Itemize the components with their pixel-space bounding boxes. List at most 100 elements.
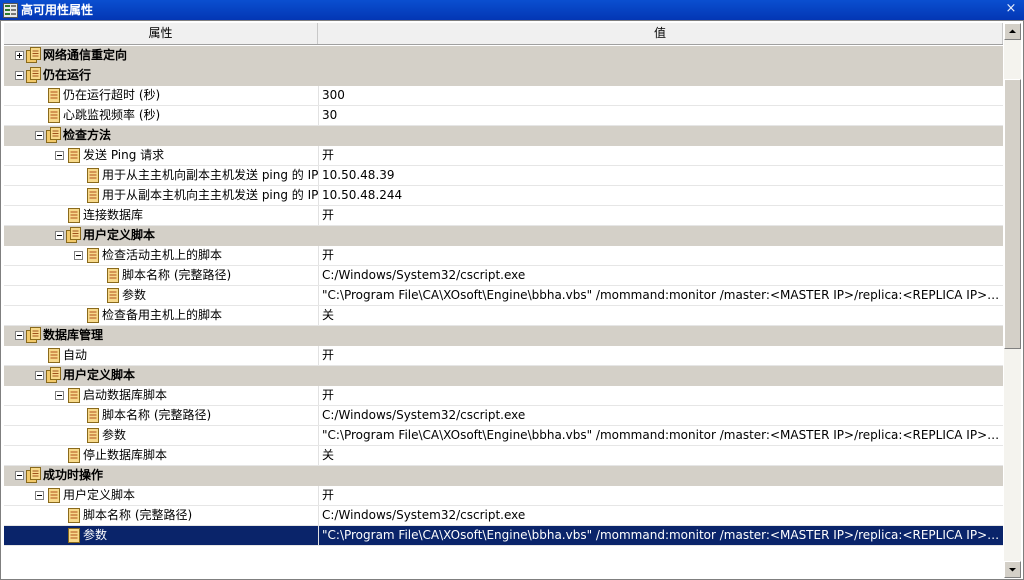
property-name-cell[interactable]: 脚本名称 (完整路径) <box>4 266 318 285</box>
property-value-cell[interactable]: C:/Windows/System32/cscript.exe <box>318 266 1003 285</box>
property-item-icon <box>87 308 99 323</box>
property-group-icon <box>26 47 41 63</box>
property-row[interactable]: 连接数据库 开 <box>4 206 1003 226</box>
property-label: 检查活动主机上的脚本 <box>102 248 223 262</box>
property-category-row[interactable]: 检查方法 <box>4 126 1003 146</box>
property-row[interactable]: 心跳监视频率 (秒) 30 <box>4 106 1003 126</box>
property-name-cell[interactable]: 用户定义脚本 <box>4 226 318 245</box>
property-label: 用于从副本主机向主主机发送 ping 的 IP <box>102 188 318 202</box>
property-label: 检查备用主机上的脚本 <box>102 308 223 322</box>
property-item-icon <box>68 148 80 163</box>
property-label: 发送 Ping 请求 <box>83 148 165 162</box>
property-name-cell[interactable]: 检查备用主机上的脚本 <box>4 306 318 325</box>
property-name-cell[interactable]: 检查方法 <box>4 126 318 145</box>
close-icon[interactable]: × <box>1004 1 1018 17</box>
property-category-row[interactable]: 仍在运行 <box>4 66 1003 86</box>
property-category-row[interactable]: 用户定义脚本 <box>4 226 1003 246</box>
property-name-cell[interactable]: 用户定义脚本 <box>4 486 318 505</box>
property-row[interactable]: 发送 Ping 请求 开 <box>4 146 1003 166</box>
collapse-icon[interactable] <box>15 71 24 80</box>
collapse-icon[interactable] <box>35 131 44 140</box>
property-name-cell[interactable]: 停止数据库脚本 <box>4 446 318 465</box>
property-category-row[interactable]: 网络通信重定向 <box>4 46 1003 66</box>
property-value-cell[interactable]: 开 <box>318 146 1003 165</box>
property-label: 用户定义脚本 <box>63 368 136 382</box>
property-value-cell[interactable]: 关 <box>318 446 1003 465</box>
property-value-cell[interactable]: 开 <box>318 346 1003 365</box>
property-name-cell[interactable]: 网络通信重定向 <box>4 46 318 65</box>
property-row[interactable]: 检查活动主机上的脚本 开 <box>4 246 1003 266</box>
scroll-down-button[interactable] <box>1004 561 1021 578</box>
collapse-icon[interactable] <box>35 371 44 380</box>
property-row[interactable]: 停止数据库脚本 关 <box>4 446 1003 466</box>
property-name-cell[interactable]: 自动 <box>4 346 318 365</box>
property-category-row[interactable]: 数据库管理 <box>4 326 1003 346</box>
scroll-up-button[interactable] <box>1004 23 1021 40</box>
property-row[interactable]: 用于从副本主机向主主机发送 ping 的 IP 10.50.48.244 <box>4 186 1003 206</box>
property-name-cell[interactable]: 用户定义脚本 <box>4 366 318 385</box>
property-name-cell[interactable]: 仍在运行超时 (秒) <box>4 86 318 105</box>
property-name-cell[interactable]: 参数 <box>4 286 318 305</box>
property-value-cell[interactable]: "C:\Program File\CA\XOsoft\Engine\bbha.v… <box>318 286 1003 305</box>
property-row[interactable]: 检查备用主机上的脚本 关 <box>4 306 1003 326</box>
property-name-cell[interactable]: 检查活动主机上的脚本 <box>4 246 318 265</box>
property-name-cell[interactable]: 脚本名称 (完整路径) <box>4 406 318 425</box>
header-property-column[interactable]: 属性 <box>4 23 318 44</box>
property-row[interactable]: 用户定义脚本 开 <box>4 486 1003 506</box>
property-value-cell[interactable]: 10.50.48.39 <box>318 166 1003 185</box>
property-value-cell[interactable]: C:/Windows/System32/cscript.exe <box>318 406 1003 425</box>
property-name-cell[interactable]: 连接数据库 <box>4 206 318 225</box>
property-name-cell[interactable]: 成功时操作 <box>4 466 318 485</box>
property-value-cell[interactable]: 关 <box>318 306 1003 325</box>
collapse-icon[interactable] <box>15 331 24 340</box>
property-name-cell[interactable]: 参数 <box>4 526 318 545</box>
property-group-icon <box>26 327 41 343</box>
header-value-column[interactable]: 值 <box>318 23 1003 44</box>
collapse-icon[interactable] <box>55 391 64 400</box>
property-label: 参数 <box>83 528 108 542</box>
property-name-cell[interactable]: 用于从主主机向副本主机发送 ping 的 IP <box>4 166 318 185</box>
scroll-thumb[interactable] <box>1004 79 1021 349</box>
property-name-cell[interactable]: 仍在运行 <box>4 66 318 85</box>
property-row[interactable]: 脚本名称 (完整路径) C:/Windows/System32/cscript.e… <box>4 266 1003 286</box>
property-name-cell[interactable]: 脚本名称 (完整路径) <box>4 506 318 525</box>
property-row[interactable]: 参数 "C:\Program File\CA\XOsoft\Engine\bbha… <box>4 426 1003 446</box>
property-category-row[interactable]: 成功时操作 <box>4 466 1003 486</box>
collapse-icon[interactable] <box>15 471 24 480</box>
property-label: 用于从主主机向副本主机发送 ping 的 IP <box>102 168 318 182</box>
property-value-cell[interactable]: 开 <box>318 486 1003 505</box>
property-row[interactable]: 脚本名称 (完整路径) C:/Windows/System32/cscript.e… <box>4 506 1003 526</box>
property-row[interactable]: 脚本名称 (完整路径) C:/Windows/System32/cscript.e… <box>4 406 1003 426</box>
property-value-cell[interactable]: "C:\Program File\CA\XOsoft\Engine\bbha.v… <box>318 426 1003 445</box>
property-row[interactable]: 参数 "C:\Program File\CA\XOsoft\Engine\bbha… <box>4 286 1003 306</box>
property-name-cell[interactable]: 发送 Ping 请求 <box>4 146 318 165</box>
property-row[interactable]: 参数 "C:\Program File\CA\XOsoft\Engine\bbha… <box>4 526 1003 546</box>
property-value-cell[interactable]: 30 <box>318 106 1003 125</box>
property-item-icon <box>87 408 99 423</box>
property-row[interactable]: 用于从主主机向副本主机发送 ping 的 IP 10.50.48.39 <box>4 166 1003 186</box>
property-name-cell[interactable]: 启动数据库脚本 <box>4 386 318 405</box>
expand-icon[interactable] <box>15 51 24 60</box>
property-value-cell[interactable]: 10.50.48.244 <box>318 186 1003 205</box>
property-row[interactable]: 自动 开 <box>4 346 1003 366</box>
property-value-cell[interactable]: 开 <box>318 206 1003 225</box>
property-value-cell[interactable]: 开 <box>318 386 1003 405</box>
property-row[interactable]: 仍在运行超时 (秒) 300 <box>4 86 1003 106</box>
property-name-cell[interactable]: 参数 <box>4 426 318 445</box>
collapse-icon[interactable] <box>74 251 83 260</box>
collapse-icon[interactable] <box>55 151 64 160</box>
property-name-cell[interactable]: 数据库管理 <box>4 326 318 345</box>
collapse-icon[interactable] <box>35 491 44 500</box>
property-name-cell[interactable]: 心跳监视频率 (秒) <box>4 106 318 125</box>
property-category-row[interactable]: 用户定义脚本 <box>4 366 1003 386</box>
property-value-cell[interactable]: C:/Windows/System32/cscript.exe <box>318 506 1003 525</box>
property-value-cell[interactable]: 开 <box>318 246 1003 265</box>
vertical-scrollbar[interactable] <box>1004 23 1021 578</box>
arrow-up-icon <box>1009 29 1016 33</box>
property-value-cell[interactable]: "C:\Program File\CA\XOsoft\Engine\bbha.v… <box>318 526 1003 545</box>
property-row[interactable]: 启动数据库脚本 开 <box>4 386 1003 406</box>
collapse-icon[interactable] <box>55 231 64 240</box>
property-value-cell[interactable]: 300 <box>318 86 1003 105</box>
property-label: 用户定义脚本 <box>63 488 136 502</box>
property-name-cell[interactable]: 用于从副本主机向主主机发送 ping 的 IP <box>4 186 318 205</box>
